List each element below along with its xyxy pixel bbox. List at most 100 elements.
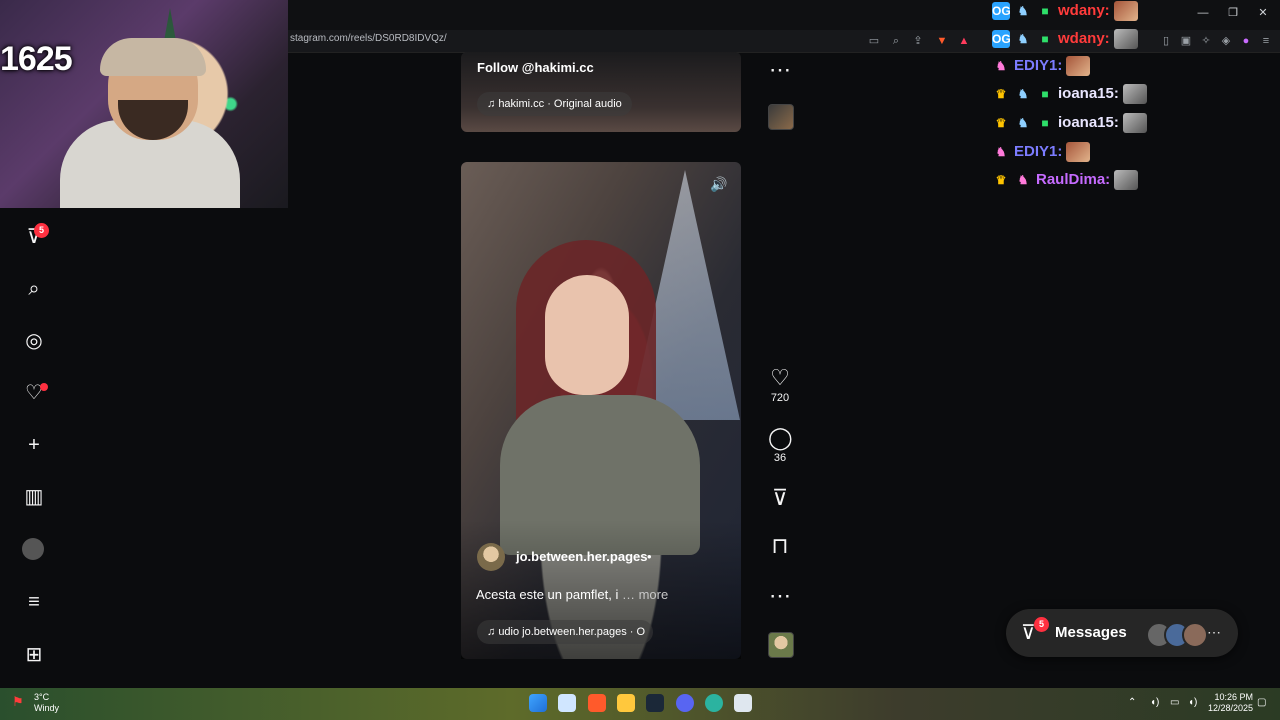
start-icon[interactable] bbox=[529, 694, 547, 712]
url-text[interactable]: stagram.com/reels/DS0RD8IDVQz/ bbox=[290, 33, 447, 44]
reel-person-face bbox=[545, 275, 629, 395]
dashboard-icon[interactable]: ▥ bbox=[22, 485, 46, 509]
chat-line: ♞ EDIY1: bbox=[992, 141, 1091, 163]
crown-badge-icon: ♛ bbox=[995, 116, 1007, 131]
streamer-hat bbox=[100, 38, 206, 76]
chat-line: ♛ ♞ ■ ioana15: bbox=[992, 112, 1147, 134]
extensions-icon[interactable]: ✧ bbox=[1198, 33, 1214, 49]
brave-rewards-icon[interactable]: ▲ bbox=[956, 33, 972, 49]
search-icon[interactable]: ⌕ bbox=[22, 277, 46, 301]
contact-avatar bbox=[1182, 622, 1208, 648]
restore-icon[interactable]: ❐ bbox=[1222, 4, 1244, 22]
overlay-number: 1625 bbox=[0, 40, 73, 78]
emote bbox=[1122, 84, 1147, 105]
chat-line: ♞ EDIY1: bbox=[992, 55, 1091, 77]
menu-icon[interactable]: ≡ bbox=[1258, 33, 1274, 49]
follow-text[interactable]: Follow @hakimi.cc bbox=[477, 60, 594, 75]
apps-icon[interactable]: ⊞ bbox=[22, 643, 46, 667]
reel-caption: Acesta este un pamflet, i … more bbox=[476, 587, 669, 602]
profile-avatar[interactable] bbox=[22, 538, 44, 560]
chat-line: ♛ ♞ RaulDima: bbox=[992, 169, 1139, 191]
like-count: 720 bbox=[770, 392, 790, 404]
calculator-taskbar-icon[interactable] bbox=[734, 694, 752, 712]
gift-badge-icon: ■ bbox=[1041, 32, 1049, 47]
comment-button[interactable]: ◯ 36 bbox=[768, 425, 793, 465]
wallet-icon[interactable]: ▣ bbox=[1178, 33, 1194, 49]
crown-badge-icon: ♛ bbox=[995, 87, 1007, 102]
audio-thumb-top[interactable] bbox=[768, 104, 794, 130]
tray-chevron-icon[interactable]: ⌃ bbox=[1128, 697, 1136, 708]
messages-label: Messages bbox=[1055, 624, 1127, 641]
discord-taskbar-icon[interactable] bbox=[676, 694, 694, 712]
caption-more-link[interactable]: … more bbox=[622, 587, 668, 602]
audio-pill-main[interactable]: ♫ udio jo.between.her.pages · O bbox=[477, 620, 653, 644]
audio-thumb-main[interactable] bbox=[768, 632, 794, 658]
more-options-icon-top[interactable]: ⋯ bbox=[768, 58, 792, 82]
windows-taskbar bbox=[0, 688, 1280, 720]
author-avatar[interactable] bbox=[477, 543, 505, 571]
emote bbox=[1066, 56, 1091, 77]
more-contacts-icon: ⋯ bbox=[1207, 624, 1221, 640]
pink-badge-icon: ♞ bbox=[995, 145, 1007, 160]
astronaut-badge-icon: ♞ bbox=[1017, 116, 1029, 131]
emote bbox=[1114, 170, 1139, 191]
explore-icon[interactable]: ◎ bbox=[22, 329, 46, 353]
crown-badge-icon: ♛ bbox=[995, 173, 1007, 188]
weather-alert-icon[interactable]: ⚑ bbox=[12, 694, 24, 710]
tray-volume-icon[interactable]: ◖) bbox=[1188, 697, 1197, 708]
chat-line: OG ♞ ■ wdany: bbox=[992, 28, 1138, 50]
notification-center-icon[interactable]: ▢ bbox=[1257, 697, 1266, 708]
weather-widget[interactable]: 3°C Windy bbox=[34, 692, 59, 714]
tray-audio-icon[interactable]: ◖) bbox=[1150, 697, 1159, 708]
astronaut-badge-icon: ♞ bbox=[1017, 32, 1029, 47]
og-badge-icon: OG bbox=[992, 30, 1011, 49]
bookmark-icon: ⊓ bbox=[771, 533, 789, 558]
astronaut-badge-icon: ♞ bbox=[1017, 87, 1029, 102]
like-button[interactable]: ♡ 720 bbox=[768, 365, 792, 405]
astronaut-badge-icon: ♞ bbox=[1017, 4, 1029, 19]
more-menu-icon[interactable]: ≡ bbox=[22, 590, 46, 614]
og-badge-icon: OG bbox=[992, 2, 1011, 21]
brave-shield-icon[interactable]: ▼ bbox=[934, 33, 950, 49]
chat-line: ♛ ♞ ■ ioana15: bbox=[992, 83, 1147, 105]
save-button[interactable]: ⊓ bbox=[768, 534, 792, 558]
username-separator: • bbox=[647, 549, 652, 564]
emote bbox=[1122, 113, 1147, 134]
system-clock[interactable]: 10:26 PM 12/28/2025 bbox=[1208, 692, 1253, 714]
notifications-badge: 5 bbox=[34, 223, 49, 238]
sidebar-icon[interactable]: ▯ bbox=[1158, 33, 1174, 49]
heart-outline-icon: ♡ bbox=[770, 365, 790, 390]
taskview-icon[interactable] bbox=[558, 694, 576, 712]
pink-badge-icon: ♞ bbox=[995, 59, 1007, 74]
volume-icon[interactable]: 🔊 bbox=[710, 176, 727, 193]
browser-taskbar-icon[interactable] bbox=[705, 694, 723, 712]
brave-taskbar-icon[interactable] bbox=[588, 694, 606, 712]
steam-taskbar-icon[interactable] bbox=[646, 694, 664, 712]
gift-badge-icon: ■ bbox=[1041, 4, 1049, 19]
explorer-taskbar-icon[interactable] bbox=[617, 694, 635, 712]
create-icon[interactable]: + bbox=[22, 433, 46, 457]
profile-icon[interactable]: ● bbox=[1238, 33, 1254, 49]
emote bbox=[1113, 29, 1138, 50]
comment-icon: ◯ bbox=[768, 425, 793, 450]
emote bbox=[1113, 1, 1138, 22]
close-icon[interactable]: ✕ bbox=[1252, 4, 1274, 22]
send-icon: ⊽ bbox=[771, 485, 789, 510]
vpn-icon[interactable]: ◈ bbox=[1218, 33, 1234, 49]
author-username[interactable]: jo.between.her.pages bbox=[516, 549, 648, 564]
more-icon: ⋯ bbox=[769, 583, 791, 608]
minimize-icon[interactable]: — bbox=[1192, 4, 1214, 22]
tray-network-icon[interactable]: ▭ bbox=[1170, 697, 1179, 708]
zoom-icon[interactable]: ⌕ bbox=[888, 33, 904, 49]
audio-pill-top[interactable]: ♫ hakimi.cc · Original audio bbox=[477, 92, 632, 116]
more-options-button[interactable]: ⋯ bbox=[768, 584, 792, 608]
chat-line: OG ♞ ■ wdany: bbox=[992, 0, 1138, 22]
screen-icon[interactable]: ▭ bbox=[866, 33, 882, 49]
share-button[interactable]: ⊽ bbox=[768, 486, 792, 510]
emote bbox=[1066, 142, 1091, 163]
gift-badge-icon: ■ bbox=[1041, 116, 1049, 131]
pink-badge-icon: ♞ bbox=[1017, 173, 1029, 188]
share-icon[interactable]: ⇪ bbox=[910, 33, 926, 49]
comment-count: 36 bbox=[773, 452, 787, 464]
activity-dot bbox=[40, 383, 48, 391]
